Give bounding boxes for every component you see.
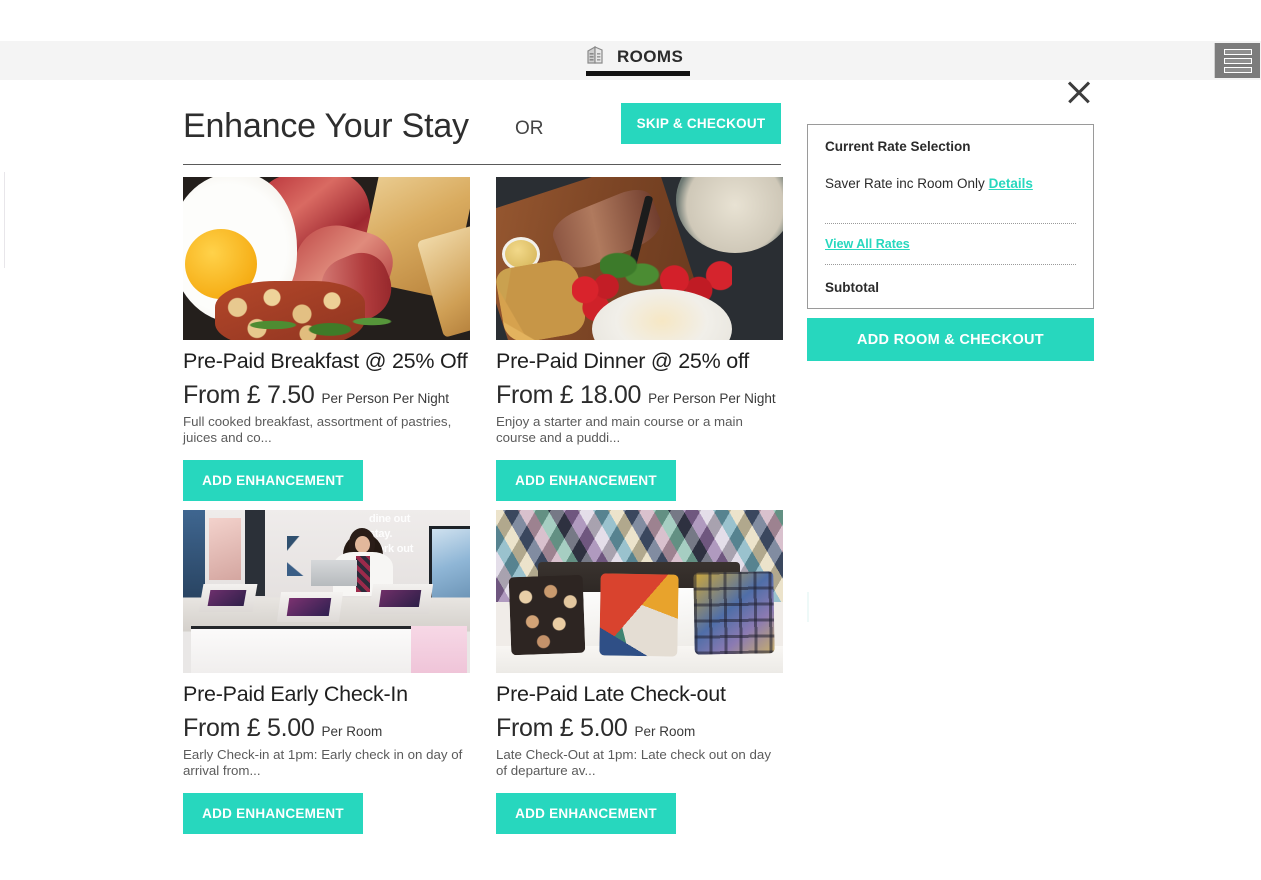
cooked-breakfast-photo	[183, 177, 470, 340]
hamburger-bar-3	[1223, 66, 1252, 73]
rate-details-link[interactable]: Details	[989, 176, 1033, 191]
subtotal-label: Subtotal	[825, 280, 879, 295]
add-room-and-checkout-button[interactable]: ADD ROOM & CHECKOUT	[807, 318, 1094, 361]
page-title-row: Enhance Your Stay OR SKIP & CHECKOUT	[183, 103, 781, 165]
rate-separator-bottom	[825, 264, 1076, 265]
card-description: Full cooked breakfast, assortment of pas…	[183, 413, 452, 446]
or-label: OR	[515, 118, 544, 139]
card-price-line: From £ 18.00 Per Person Per Night	[496, 381, 783, 410]
card-price-unit: Per Room	[634, 723, 696, 739]
current-rate-selection-panel: Current Rate Selection Saver Rate inc Ro…	[807, 124, 1094, 309]
add-enhancement-button[interactable]: ADD ENHANCEMENT	[496, 792, 676, 834]
close-icon[interactable]	[1063, 77, 1094, 108]
rate-name-row: Saver Rate inc Room Only Details	[825, 176, 1076, 191]
card-description: Late Check-Out at 1pm: Late check out on…	[496, 746, 771, 779]
enhancement-card-late-checkout[interactable]: Pre-Paid Late Check-out From £ 5.00 Per …	[496, 509, 783, 834]
card-price: From £ 18.00	[496, 380, 642, 409]
tab-active-indicator	[586, 71, 690, 76]
hotel-bed-pillows-photo	[496, 509, 783, 673]
rate-panel-heading: Current Rate Selection	[825, 139, 971, 154]
steak-dinner-photo	[496, 177, 783, 340]
card-title: Pre-Paid Late Check-out	[496, 681, 726, 706]
enhancement-card-grid: Pre-Paid Breakfast @ 25% Off From £ 7.50…	[183, 177, 783, 843]
page-title: Enhance Your Stay	[183, 107, 469, 145]
card-description: Early Check-in at 1pm: Early check in on…	[183, 746, 463, 779]
left-edge-divider	[4, 172, 5, 268]
enhancement-card-dinner[interactable]: Pre-Paid Dinner @ 25% off From £ 18.00 P…	[496, 177, 783, 501]
hamburger-bar-2	[1223, 57, 1252, 64]
card-price: From £ 5.00	[183, 713, 315, 742]
card-price-line: From £ 5.00 Per Room	[183, 714, 470, 743]
hotel-reception-desk-photo: dine out stay. work out	[183, 509, 470, 673]
tab-rooms-label: ROOMS	[617, 46, 684, 66]
card-price-line: From £ 5.00 Per Room	[496, 714, 783, 743]
card-price-line: From £ 7.50 Per Person Per Night	[183, 381, 470, 410]
view-all-rates-link[interactable]: View All Rates	[825, 237, 910, 251]
building-icon	[586, 44, 608, 69]
card-description: Enjoy a starter and main course or a mai…	[496, 413, 743, 446]
rate-name: Saver Rate inc Room Only	[825, 176, 985, 191]
card-price-unit: Per Person Per Night	[648, 390, 776, 406]
enhancement-card-breakfast[interactable]: Pre-Paid Breakfast @ 25% Off From £ 7.50…	[183, 177, 470, 501]
add-enhancement-button[interactable]: ADD ENHANCEMENT	[183, 459, 363, 501]
card-title: Pre-Paid Breakfast @ 25% Off	[183, 349, 468, 373]
rate-separator-top	[825, 223, 1076, 224]
add-enhancement-button[interactable]: ADD ENHANCEMENT	[496, 459, 676, 501]
add-enhancement-button[interactable]: ADD ENHANCEMENT	[183, 792, 363, 834]
right-edge-divider	[807, 592, 809, 622]
hamburger-menu-icon[interactable]	[1214, 43, 1260, 78]
card-price: From £ 5.00	[496, 713, 628, 742]
enhancement-card-early-checkin[interactable]: dine out stay. work out Pre-Paid Early Che…	[183, 509, 470, 834]
card-price: From £ 7.50	[183, 380, 315, 409]
card-price-unit: Per Room	[321, 723, 383, 739]
tab-rooms[interactable]: ROOMS	[586, 44, 683, 69]
card-price-unit: Per Person Per Night	[321, 390, 450, 406]
skip-and-checkout-button[interactable]: SKIP & CHECKOUT	[621, 103, 781, 144]
card-title: Pre-Paid Dinner @ 25% off	[496, 349, 749, 373]
card-title: Pre-Paid Early Check-In	[183, 681, 408, 706]
card-row-2: dine out stay. work out Pre-Paid Early Che…	[183, 509, 783, 834]
hamburger-bar-1	[1223, 48, 1252, 55]
card-row-1: Pre-Paid Breakfast @ 25% Off From £ 7.50…	[183, 177, 783, 501]
